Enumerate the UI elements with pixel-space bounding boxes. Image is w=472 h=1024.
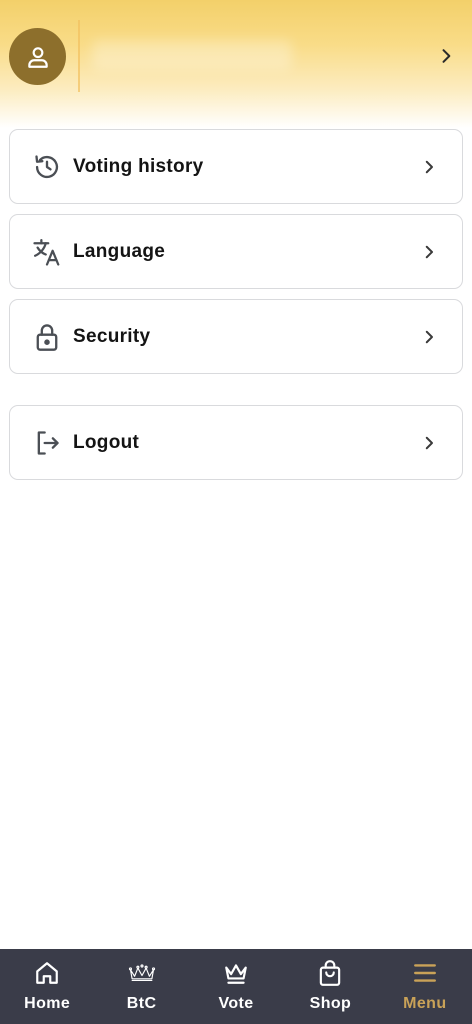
nav-item-btc[interactable]: BtC xyxy=(94,949,188,1024)
menu-item-logout[interactable]: Logout xyxy=(9,405,463,480)
hamburger-menu-icon xyxy=(411,959,439,987)
chevron-right-icon xyxy=(425,436,433,449)
chevron-right-icon xyxy=(425,160,433,173)
bottom-navigation: Home BtC Vote Shop Menu xyxy=(0,949,472,1024)
chevron-right-icon xyxy=(425,330,433,343)
nav-item-shop[interactable]: Shop xyxy=(283,949,377,1024)
chevron-right-icon xyxy=(425,245,433,258)
nav-item-vote[interactable]: Vote xyxy=(189,949,283,1024)
menu-item-voting-history[interactable]: Voting history xyxy=(9,129,463,204)
nav-label: Vote xyxy=(218,995,254,1012)
crown-icon xyxy=(222,959,250,987)
menu-item-security[interactable]: Security xyxy=(9,299,463,374)
avatar[interactable] xyxy=(9,28,66,85)
history-icon xyxy=(32,152,62,182)
profile-header[interactable] xyxy=(0,0,472,128)
nav-label: Home xyxy=(24,995,71,1012)
logout-icon xyxy=(32,428,62,458)
chevron-right-icon[interactable] xyxy=(436,46,456,66)
user-icon xyxy=(27,46,48,68)
nav-item-menu[interactable]: Menu xyxy=(378,949,472,1024)
profile-name-blurred xyxy=(92,40,292,70)
lock-icon xyxy=(32,322,62,352)
home-icon xyxy=(33,959,61,987)
nav-item-home[interactable]: Home xyxy=(0,949,94,1024)
nav-label: Menu xyxy=(403,995,447,1012)
crown-jewel-icon xyxy=(128,959,156,987)
nav-label: BtC xyxy=(126,995,157,1012)
translate-icon xyxy=(32,237,62,267)
nav-label: Shop xyxy=(309,995,352,1012)
menu-item-label: Voting history xyxy=(73,155,204,177)
header-divider xyxy=(78,20,80,92)
menu-item-language[interactable]: Language xyxy=(9,214,463,289)
menu-item-label: Security xyxy=(73,325,151,347)
shopping-bag-icon xyxy=(316,959,344,987)
menu-item-label: Logout xyxy=(73,431,140,453)
menu-item-label: Language xyxy=(73,240,166,262)
